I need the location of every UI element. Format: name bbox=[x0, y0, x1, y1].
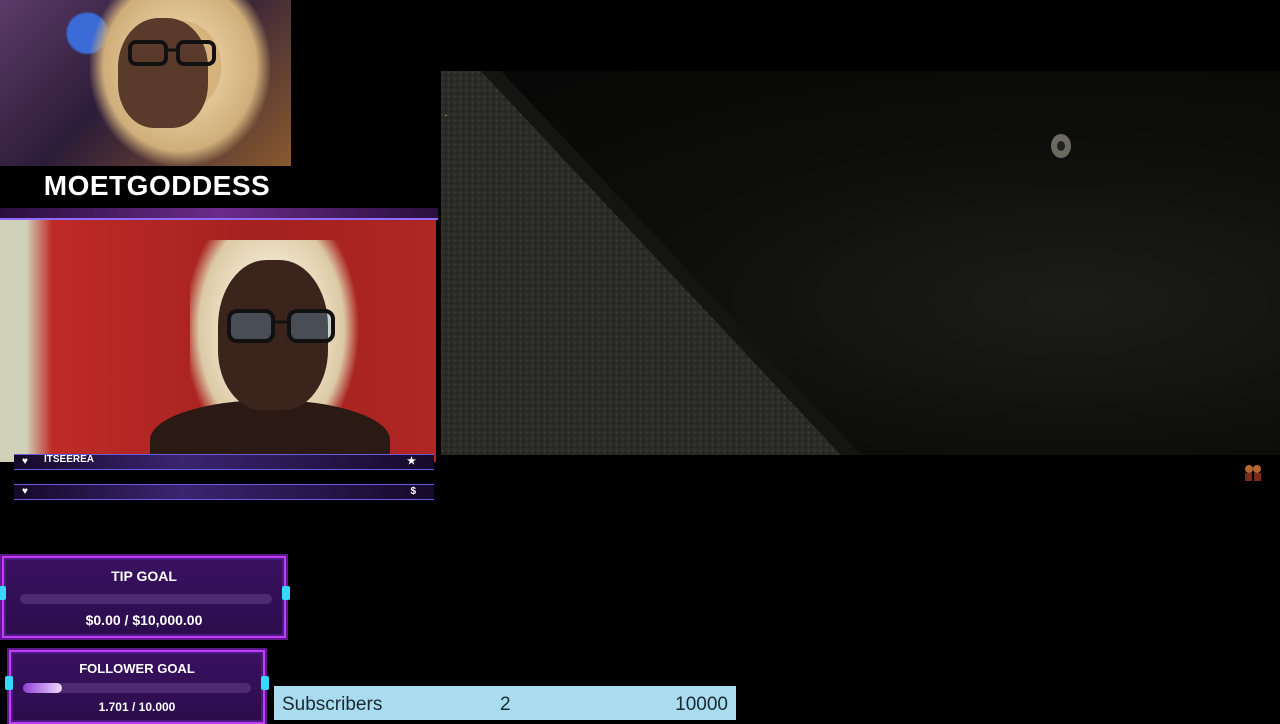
frame-corner-accent bbox=[261, 676, 269, 690]
subscribers-current: 2 bbox=[500, 694, 511, 715]
frame-corner-accent bbox=[5, 676, 13, 690]
game-scene bbox=[441, 71, 1071, 455]
star-icon: ★ bbox=[407, 456, 416, 467]
viewer-name: ITSEEREA bbox=[44, 454, 95, 463]
frame-corner-accent bbox=[0, 586, 6, 600]
webcam-main bbox=[0, 220, 436, 462]
webcam-face bbox=[118, 18, 208, 128]
avatar-icon bbox=[1243, 462, 1263, 482]
tip-goal-value: $0.00 / $10,000.00 bbox=[85, 612, 203, 628]
heart-icon: ♥ bbox=[22, 456, 28, 467]
follower-goal-widget: FOLLOWER GOAL 1.701 / 10.000 bbox=[5, 650, 269, 724]
viewer-name-bar: ♥ $ bbox=[14, 484, 434, 500]
webcam-frame: ♥ ITSEEREA ★ ♥ $ bbox=[0, 208, 438, 500]
glasses-icon bbox=[227, 309, 335, 343]
frame-corner-accent bbox=[282, 586, 290, 600]
subscribers-bar: Subscribers 2 10000 bbox=[274, 686, 736, 720]
tip-goal-progress-track bbox=[20, 594, 272, 604]
game-video: ▪ bbox=[441, 71, 1280, 455]
follower-goal-value: 1.701 / 10.000 bbox=[98, 700, 176, 714]
follower-goal-progress-fill bbox=[23, 683, 62, 693]
viewer-name-bar: ♥ ITSEEREA ★ bbox=[14, 454, 434, 470]
streamer-name: MOETGODDESS bbox=[43, 170, 271, 201]
tip-goal-widget: TIP GOAL $0.00 / $10,000.00 bbox=[0, 556, 290, 638]
webcam-top bbox=[0, 0, 291, 166]
follower-goal-title: FOLLOWER GOAL bbox=[79, 661, 195, 676]
frame-top-bar bbox=[0, 208, 438, 220]
game-chat-line: ▪ bbox=[445, 113, 447, 119]
dollar-icon: $ bbox=[410, 486, 416, 497]
subscribers-label: Subscribers bbox=[282, 694, 383, 715]
heart-icon: ♥ bbox=[22, 486, 28, 497]
subscribers-target: 10000 bbox=[675, 694, 728, 715]
follower-goal-progress-track bbox=[23, 683, 251, 693]
glasses-icon bbox=[128, 40, 216, 66]
tip-goal-title: TIP GOAL bbox=[111, 568, 177, 584]
